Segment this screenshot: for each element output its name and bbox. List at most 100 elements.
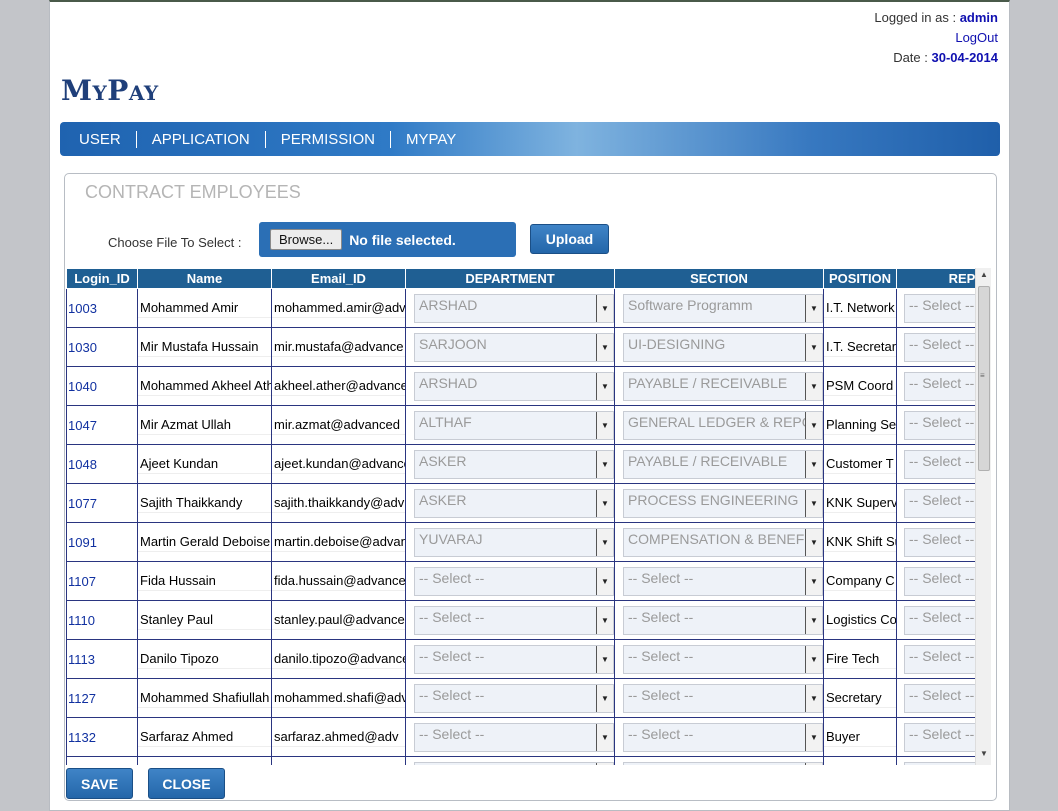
dept-select[interactable]: ASKER ▼ (414, 488, 614, 518)
name-field[interactable]: Sarfaraz Ahmed (138, 728, 271, 747)
col-name[interactable]: Name (137, 268, 272, 289)
rep-select[interactable]: -- Select -- (904, 410, 975, 440)
position-field[interactable]: KNK Shift Su (824, 533, 896, 552)
scroll-up-icon[interactable]: ▲ (978, 270, 990, 284)
close-button[interactable]: CLOSE (148, 768, 225, 799)
chevron-down-icon[interactable]: ▼ (596, 684, 613, 712)
position-field[interactable]: KNK Superv (824, 494, 896, 513)
login-id-cell[interactable]: 1113 (66, 639, 138, 679)
position-field[interactable]: Logistics Co (824, 611, 896, 630)
email-field[interactable]: akheel.ather@advanced (272, 377, 405, 396)
chevron-down-icon[interactable]: ▼ (805, 645, 822, 673)
login-id-cell[interactable]: 1127 (66, 678, 138, 718)
dept-select[interactable]: -- Select -- ▼ (414, 644, 614, 674)
email-field[interactable]: sarfaraz.ahmed@adv (272, 728, 405, 747)
chevron-down-icon[interactable]: ▼ (805, 294, 822, 322)
position-field[interactable]: Secretary (824, 689, 896, 708)
section-select[interactable]: -- Select -- ▼ (623, 644, 823, 674)
upload-button[interactable]: Upload (530, 224, 609, 254)
position-field[interactable]: Planning Se (824, 416, 896, 435)
col-position[interactable]: POSITION (823, 268, 897, 289)
section-select[interactable]: GENERAL LEDGER & REPORTING▼ (623, 410, 823, 440)
login-id-cell[interactable]: 1091 (66, 522, 138, 562)
chevron-down-icon[interactable]: ▼ (805, 450, 822, 478)
email-field[interactable]: martin.deboise@advan (272, 533, 405, 552)
chevron-down-icon[interactable]: ▼ (596, 528, 613, 556)
rep-select[interactable]: -- Select -- (904, 683, 975, 713)
email-field[interactable]: mir.azmat@advanced (272, 416, 405, 435)
chevron-down-icon[interactable]: ▼ (596, 723, 613, 751)
email-field[interactable]: mir.mustafa@advance (272, 338, 405, 357)
dept-select[interactable]: -- Select -- ▼ (414, 722, 614, 752)
chevron-down-icon[interactable]: ▼ (596, 489, 613, 517)
section-select[interactable]: -- Select -- ▼ (623, 566, 823, 596)
col-section[interactable]: SECTION (614, 268, 824, 289)
rep-select[interactable]: -- Select -- (904, 293, 975, 323)
dept-select[interactable]: -- Select -- ▼ (414, 605, 614, 635)
rep-select[interactable]: -- Select -- (904, 527, 975, 557)
rep-select[interactable]: -- Select -- (904, 371, 975, 401)
login-id-cell[interactable]: 1077 (66, 483, 138, 523)
position-field[interactable]: I.T. Network (824, 299, 896, 318)
rep-select[interactable]: -- Select -- (904, 488, 975, 518)
name-field[interactable]: Mohammed Akheel Ather (138, 377, 271, 396)
col-login-id[interactable]: Login_ID (66, 268, 138, 289)
email-field[interactable]: stanley.paul@advanced (272, 611, 405, 630)
chevron-down-icon[interactable]: ▼ (596, 372, 613, 400)
login-id-cell[interactable]: 1048 (66, 444, 138, 484)
logout-link[interactable]: LogOut (955, 30, 998, 45)
chevron-down-icon[interactable]: ▼ (596, 762, 613, 765)
name-field[interactable]: Fida Hussain (138, 572, 271, 591)
dept-select[interactable]: ARSHAD ▼ (414, 371, 614, 401)
dept-select[interactable]: -- Select -- ▼ (414, 683, 614, 713)
position-field[interactable]: Fire Tech (824, 650, 896, 669)
chevron-down-icon[interactable]: ▼ (805, 528, 822, 556)
name-field[interactable]: Martin Gerald Deboise (138, 533, 271, 552)
section-select[interactable]: COMPENSATION & BENEFITS ▼ (623, 527, 823, 557)
name-field[interactable]: Mir Mustafa Hussain (138, 338, 271, 357)
name-field[interactable]: Stanley Paul (138, 611, 271, 630)
chevron-down-icon[interactable]: ▼ (805, 372, 822, 400)
chevron-down-icon[interactable]: ▼ (596, 294, 613, 322)
rep-select[interactable]: -- Select -- (904, 332, 975, 362)
dept-select[interactable]: ALTHAF ▼ (414, 410, 614, 440)
email-field[interactable]: sajith.thaikkandy@adv (272, 494, 405, 513)
chevron-down-icon[interactable]: ▼ (805, 762, 822, 765)
chevron-down-icon[interactable]: ▼ (805, 411, 822, 439)
chevron-down-icon[interactable]: ▼ (596, 333, 613, 361)
position-field[interactable]: Customer T (824, 455, 896, 474)
section-select[interactable]: -- Select -- ▼ (623, 683, 823, 713)
login-id-cell[interactable]: 1107 (66, 561, 138, 601)
chevron-down-icon[interactable]: ▼ (596, 606, 613, 634)
login-id-cell[interactable]: 1047 (66, 405, 138, 445)
nav-mypay[interactable]: MYPAY (391, 131, 471, 148)
section-select[interactable]: -- Select -- ▼ (623, 722, 823, 752)
dept-select[interactable]: SARJOON ▼ (414, 332, 614, 362)
file-input[interactable]: Browse... No file selected. (259, 222, 516, 257)
dept-select[interactable]: ARSHAD ▼ (414, 293, 614, 323)
rep-select[interactable]: -- Select -- (904, 644, 975, 674)
email-field[interactable]: ajeet.kundan@advanced (272, 455, 405, 474)
name-field[interactable]: Danilo Tipozo (138, 650, 271, 669)
login-id-cell[interactable]: 1003 (66, 288, 138, 328)
dept-select[interactable]: ASKER ▼ (414, 449, 614, 479)
name-field[interactable]: Mohammed Amir (138, 299, 271, 318)
chevron-down-icon[interactable]: ▼ (805, 489, 822, 517)
col-rep[interactable]: REP (896, 268, 975, 289)
login-id-cell[interactable]: 1132 (66, 717, 138, 757)
chevron-down-icon[interactable]: ▼ (596, 411, 613, 439)
section-select[interactable]: PROCESS ENGINEERING ▼ (623, 488, 823, 518)
position-field[interactable]: I.T. Secretary (824, 338, 896, 357)
name-field[interactable]: Sajith Thaikkandy (138, 494, 271, 513)
section-select[interactable]: -- Select -- ▼ (623, 605, 823, 635)
dept-select[interactable]: ▼ (414, 761, 614, 765)
login-id-cell[interactable] (66, 756, 138, 765)
browse-button[interactable]: Browse... (270, 229, 343, 250)
section-select[interactable]: PAYABLE / RECEIVABLE ▼ (623, 449, 823, 479)
position-field[interactable]: Buyer (824, 728, 896, 747)
scroll-down-icon[interactable]: ▼ (978, 749, 990, 763)
email-field[interactable]: mohammed.shafi@adv (272, 689, 405, 708)
grid-scrollbar[interactable]: ▲ ≡ ▼ (975, 268, 991, 765)
position-field[interactable]: Company C (824, 572, 896, 591)
login-id-cell[interactable]: 1030 (66, 327, 138, 367)
